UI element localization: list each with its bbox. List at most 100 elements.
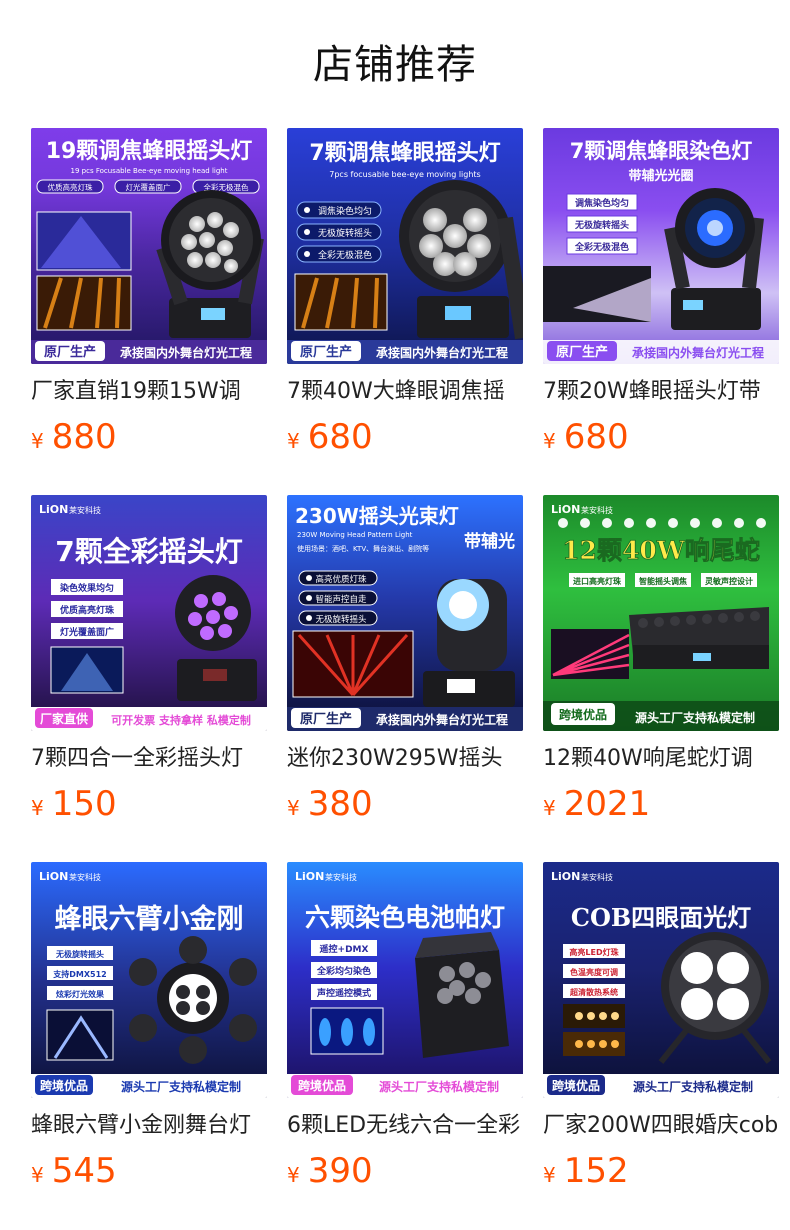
image-subline: 230W Moving Head Pattern Light bbox=[297, 531, 413, 539]
product-title[interactable]: 7颗20W蜂眼摇头灯带 bbox=[543, 375, 779, 409]
svg-text:无极旋转摇头: 无极旋转摇头 bbox=[318, 227, 372, 239]
product-card[interactable]: LiON 莱安科技 12颗40W响尾蛇 进口高亮灯珠 智能摇头调焦 灵敏声控设计 bbox=[543, 495, 779, 835]
product-image[interactable]: 19颗调焦蜂眼摇头灯 19 pcs Focusable Bee-eye movi… bbox=[31, 128, 267, 364]
product-price: ¥ 380 bbox=[287, 782, 373, 826]
svg-text:进口高亮灯珠: 进口高亮灯珠 bbox=[573, 576, 622, 586]
price-amount: 380 bbox=[307, 784, 373, 824]
price-amount: 150 bbox=[51, 784, 117, 824]
section-title: 店铺推荐 bbox=[313, 42, 477, 88]
price-amount: 390 bbox=[307, 1151, 373, 1191]
recommend-header: 店铺推荐 bbox=[0, 0, 790, 128]
product-card[interactable]: 19颗调焦蜂眼摇头灯 19 pcs Focusable Bee-eye movi… bbox=[31, 128, 267, 468]
feature-tags: 调焦染色均匀 无极旋转摇头 全彩无极混色 bbox=[566, 193, 638, 255]
image-headline: 7颗全彩摇头灯 bbox=[55, 535, 242, 568]
svg-text:色温亮度可调: 色温亮度可调 bbox=[570, 967, 618, 977]
svg-text:调焦染色均匀: 调焦染色均匀 bbox=[575, 197, 629, 209]
brand-logo-text: 莱安科技 bbox=[581, 505, 613, 515]
currency-symbol: ¥ bbox=[287, 1163, 300, 1187]
product-card[interactable]: LiON 莱安科技 蜂眼六臂小金刚 无极旋转摇头 支持DMX512 炫彩灯光效果 bbox=[31, 862, 267, 1202]
brand-logo: LiON bbox=[551, 503, 580, 516]
image-headline: COB四眼面光灯 bbox=[571, 903, 751, 932]
product-image[interactable]: 230W摇头光束灯 230W Moving Head Pattern Light… bbox=[287, 495, 523, 731]
moving-head-light bbox=[399, 180, 523, 340]
product-price: ¥ 150 bbox=[31, 782, 117, 826]
product-title[interactable]: 迷你230W295W摇头 bbox=[287, 742, 523, 776]
product-image-art: 7颗调焦蜂眼染色灯 带辅光光圈 调焦染色均匀 无极旋转摇头 全彩无极混色 原厂生… bbox=[543, 139, 779, 364]
currency-symbol: ¥ bbox=[31, 429, 44, 453]
product-card[interactable]: 7颗调焦蜂眼染色灯 带辅光光圈 调焦染色均匀 无极旋转摇头 全彩无极混色 原厂生… bbox=[543, 128, 779, 468]
svg-text:无极旋转摇头: 无极旋转摇头 bbox=[574, 219, 629, 231]
stage-dots bbox=[558, 518, 766, 528]
image-badge: 原厂生产 bbox=[300, 711, 352, 727]
brand-logo-text: 莱安科技 bbox=[325, 872, 357, 882]
product-card[interactable]: LiON 莱安科技 六颗染色电池帕灯 遥控+DMX 全彩均匀染色 声控遥控模式 bbox=[287, 862, 523, 1202]
product-title[interactable]: 厂家200W四眼婚庆cob bbox=[543, 1109, 779, 1143]
product-image-art: LiON 莱安科技 7颗全彩摇头灯 染色效果均匀 优质高亮灯珠 灯光覆盖面广 厂… bbox=[31, 503, 267, 731]
six-arm-light bbox=[129, 936, 257, 1064]
price-amount: 152 bbox=[563, 1151, 629, 1191]
product-title[interactable]: 7颗四合一全彩摇头灯 bbox=[31, 742, 267, 776]
svg-text:灯光覆盖面广: 灯光覆盖面广 bbox=[60, 626, 114, 638]
svg-text:全彩均匀染色: 全彩均匀染色 bbox=[316, 965, 371, 977]
product-price: ¥ 680 bbox=[543, 415, 629, 459]
svg-text:无极旋转摇头: 无极旋转摇头 bbox=[315, 614, 367, 625]
product-title[interactable]: 12颗40W响尾蛇灯调 bbox=[543, 742, 779, 776]
svg-text:支持DMX512: 支持DMX512 bbox=[52, 969, 106, 979]
product-card[interactable]: 230W摇头光束灯 230W Moving Head Pattern Light… bbox=[287, 495, 523, 835]
product-image-art: LiON 莱安科技 蜂眼六臂小金刚 无极旋转摇头 支持DMX512 炫彩灯光效果 bbox=[31, 870, 267, 1098]
feature-tags: 高亮优质灯珠 智能声控自走 无极旋转摇头 bbox=[298, 570, 378, 626]
product-image[interactable]: LiON 莱安科技 7颗全彩摇头灯 染色效果均匀 优质高亮灯珠 灯光覆盖面广 厂… bbox=[31, 495, 267, 731]
product-image[interactable]: LiON 莱安科技 12颗40W响尾蛇 进口高亮灯珠 智能摇头调焦 灵敏声控设计 bbox=[543, 495, 779, 731]
feature-tags: 无极旋转摇头 支持DMX512 炫彩灯光效果 bbox=[47, 946, 113, 1000]
image-badge: 原厂生产 bbox=[556, 344, 608, 360]
image-footer: 源头工厂支持私模定制 bbox=[379, 1079, 499, 1094]
product-price: ¥ 880 bbox=[31, 415, 117, 459]
moving-head-light bbox=[423, 579, 515, 707]
currency-symbol: ¥ bbox=[543, 429, 556, 453]
product-title[interactable]: 蜂眼六臂小金刚舞台灯 bbox=[31, 1109, 267, 1143]
product-image[interactable]: LiON 莱安科技 COB四眼面光灯 高亮LED灯珠 色温亮度可调 超清散热系统 bbox=[543, 862, 779, 1098]
product-card[interactable]: 7颗调焦蜂眼摇头灯 7pcs focusable bee-eye moving … bbox=[287, 128, 523, 468]
product-title[interactable]: 7颗40W大蜂眼调焦摇 bbox=[287, 375, 523, 409]
svg-text:优质高亮灯珠: 优质高亮灯珠 bbox=[60, 604, 115, 616]
image-headline: 7颗调焦蜂眼摇头灯 bbox=[309, 140, 500, 166]
svg-text:智能摇头调焦: 智能摇头调焦 bbox=[639, 576, 687, 586]
currency-symbol: ¥ bbox=[287, 429, 300, 453]
product-image-art: 7颗调焦蜂眼摇头灯 7pcs focusable bee-eye moving … bbox=[287, 140, 523, 364]
brand-logo: LiON bbox=[39, 503, 68, 516]
image-subline: 7pcs focusable bee-eye moving lights bbox=[329, 170, 480, 179]
feature-tags: 遥控+DMX 全彩均匀染色 声控遥控模式 bbox=[311, 940, 377, 1000]
image-extra: 带辅光 bbox=[464, 531, 515, 552]
product-title[interactable]: 6颗LED无线六合一全彩 bbox=[287, 1109, 523, 1143]
product-price: ¥ 545 bbox=[31, 1149, 117, 1193]
product-image-art: 19颗调焦蜂眼摇头灯 19 pcs Focusable Bee-eye movi… bbox=[31, 128, 267, 364]
product-card[interactable]: LiON 莱安科技 7颗全彩摇头灯 染色效果均匀 优质高亮灯珠 灯光覆盖面广 厂… bbox=[31, 495, 267, 835]
product-image[interactable]: 7颗调焦蜂眼摇头灯 7pcs focusable bee-eye moving … bbox=[287, 128, 523, 364]
image-badge: 跨境优品 bbox=[298, 1078, 346, 1093]
feature-tags: 进口高亮灯珠 智能摇头调焦 灵敏声控设计 bbox=[569, 573, 757, 587]
svg-text:染色效果均匀: 染色效果均匀 bbox=[59, 582, 114, 594]
product-price: ¥ 680 bbox=[287, 415, 373, 459]
svg-text:声控遥控模式: 声控遥控模式 bbox=[316, 987, 371, 999]
cob-light bbox=[658, 932, 772, 1064]
svg-text:灯光覆盖面广: 灯光覆盖面广 bbox=[126, 182, 171, 192]
image-badge: 跨境优品 bbox=[552, 1078, 600, 1093]
svg-text:无极旋转摇头: 无极旋转摇头 bbox=[55, 949, 104, 959]
currency-symbol: ¥ bbox=[31, 1163, 44, 1187]
product-image[interactable]: LiON 莱安科技 六颗染色电池帕灯 遥控+DMX 全彩均匀染色 声控遥控模式 bbox=[287, 862, 523, 1098]
image-badge: 原厂生产 bbox=[44, 344, 96, 360]
product-title[interactable]: 厂家直销19颗15W调 bbox=[31, 375, 267, 409]
svg-text:遥控+DMX: 遥控+DMX bbox=[320, 943, 369, 955]
feature-tags: 优质高亮灯珠 灯光覆盖面广 全彩无极混色 bbox=[36, 179, 260, 194]
price-amount: 680 bbox=[307, 417, 373, 457]
brand-logo: LiON bbox=[39, 870, 68, 883]
product-image[interactable]: LiON 莱安科技 蜂眼六臂小金刚 无极旋转摇头 支持DMX512 炫彩灯光效果 bbox=[31, 862, 267, 1098]
image-footer: 承接国内外舞台灯光工程 bbox=[120, 345, 252, 360]
image-footer: 源头工厂支持私模定制 bbox=[121, 1079, 241, 1094]
product-card[interactable]: LiON 莱安科技 COB四眼面光灯 高亮LED灯珠 色温亮度可调 超清散热系统 bbox=[543, 862, 779, 1202]
image-footer: 可开发票 支持拿样 私模定制 bbox=[111, 713, 251, 727]
image-footer: 承接国内外舞台灯光工程 bbox=[632, 345, 764, 360]
image-footer: 承接国内外舞台灯光工程 bbox=[376, 345, 508, 360]
product-image[interactable]: 7颗调焦蜂眼染色灯 带辅光光圈 调焦染色均匀 无极旋转摇头 全彩无极混色 原厂生… bbox=[543, 128, 779, 364]
currency-symbol: ¥ bbox=[31, 796, 44, 820]
